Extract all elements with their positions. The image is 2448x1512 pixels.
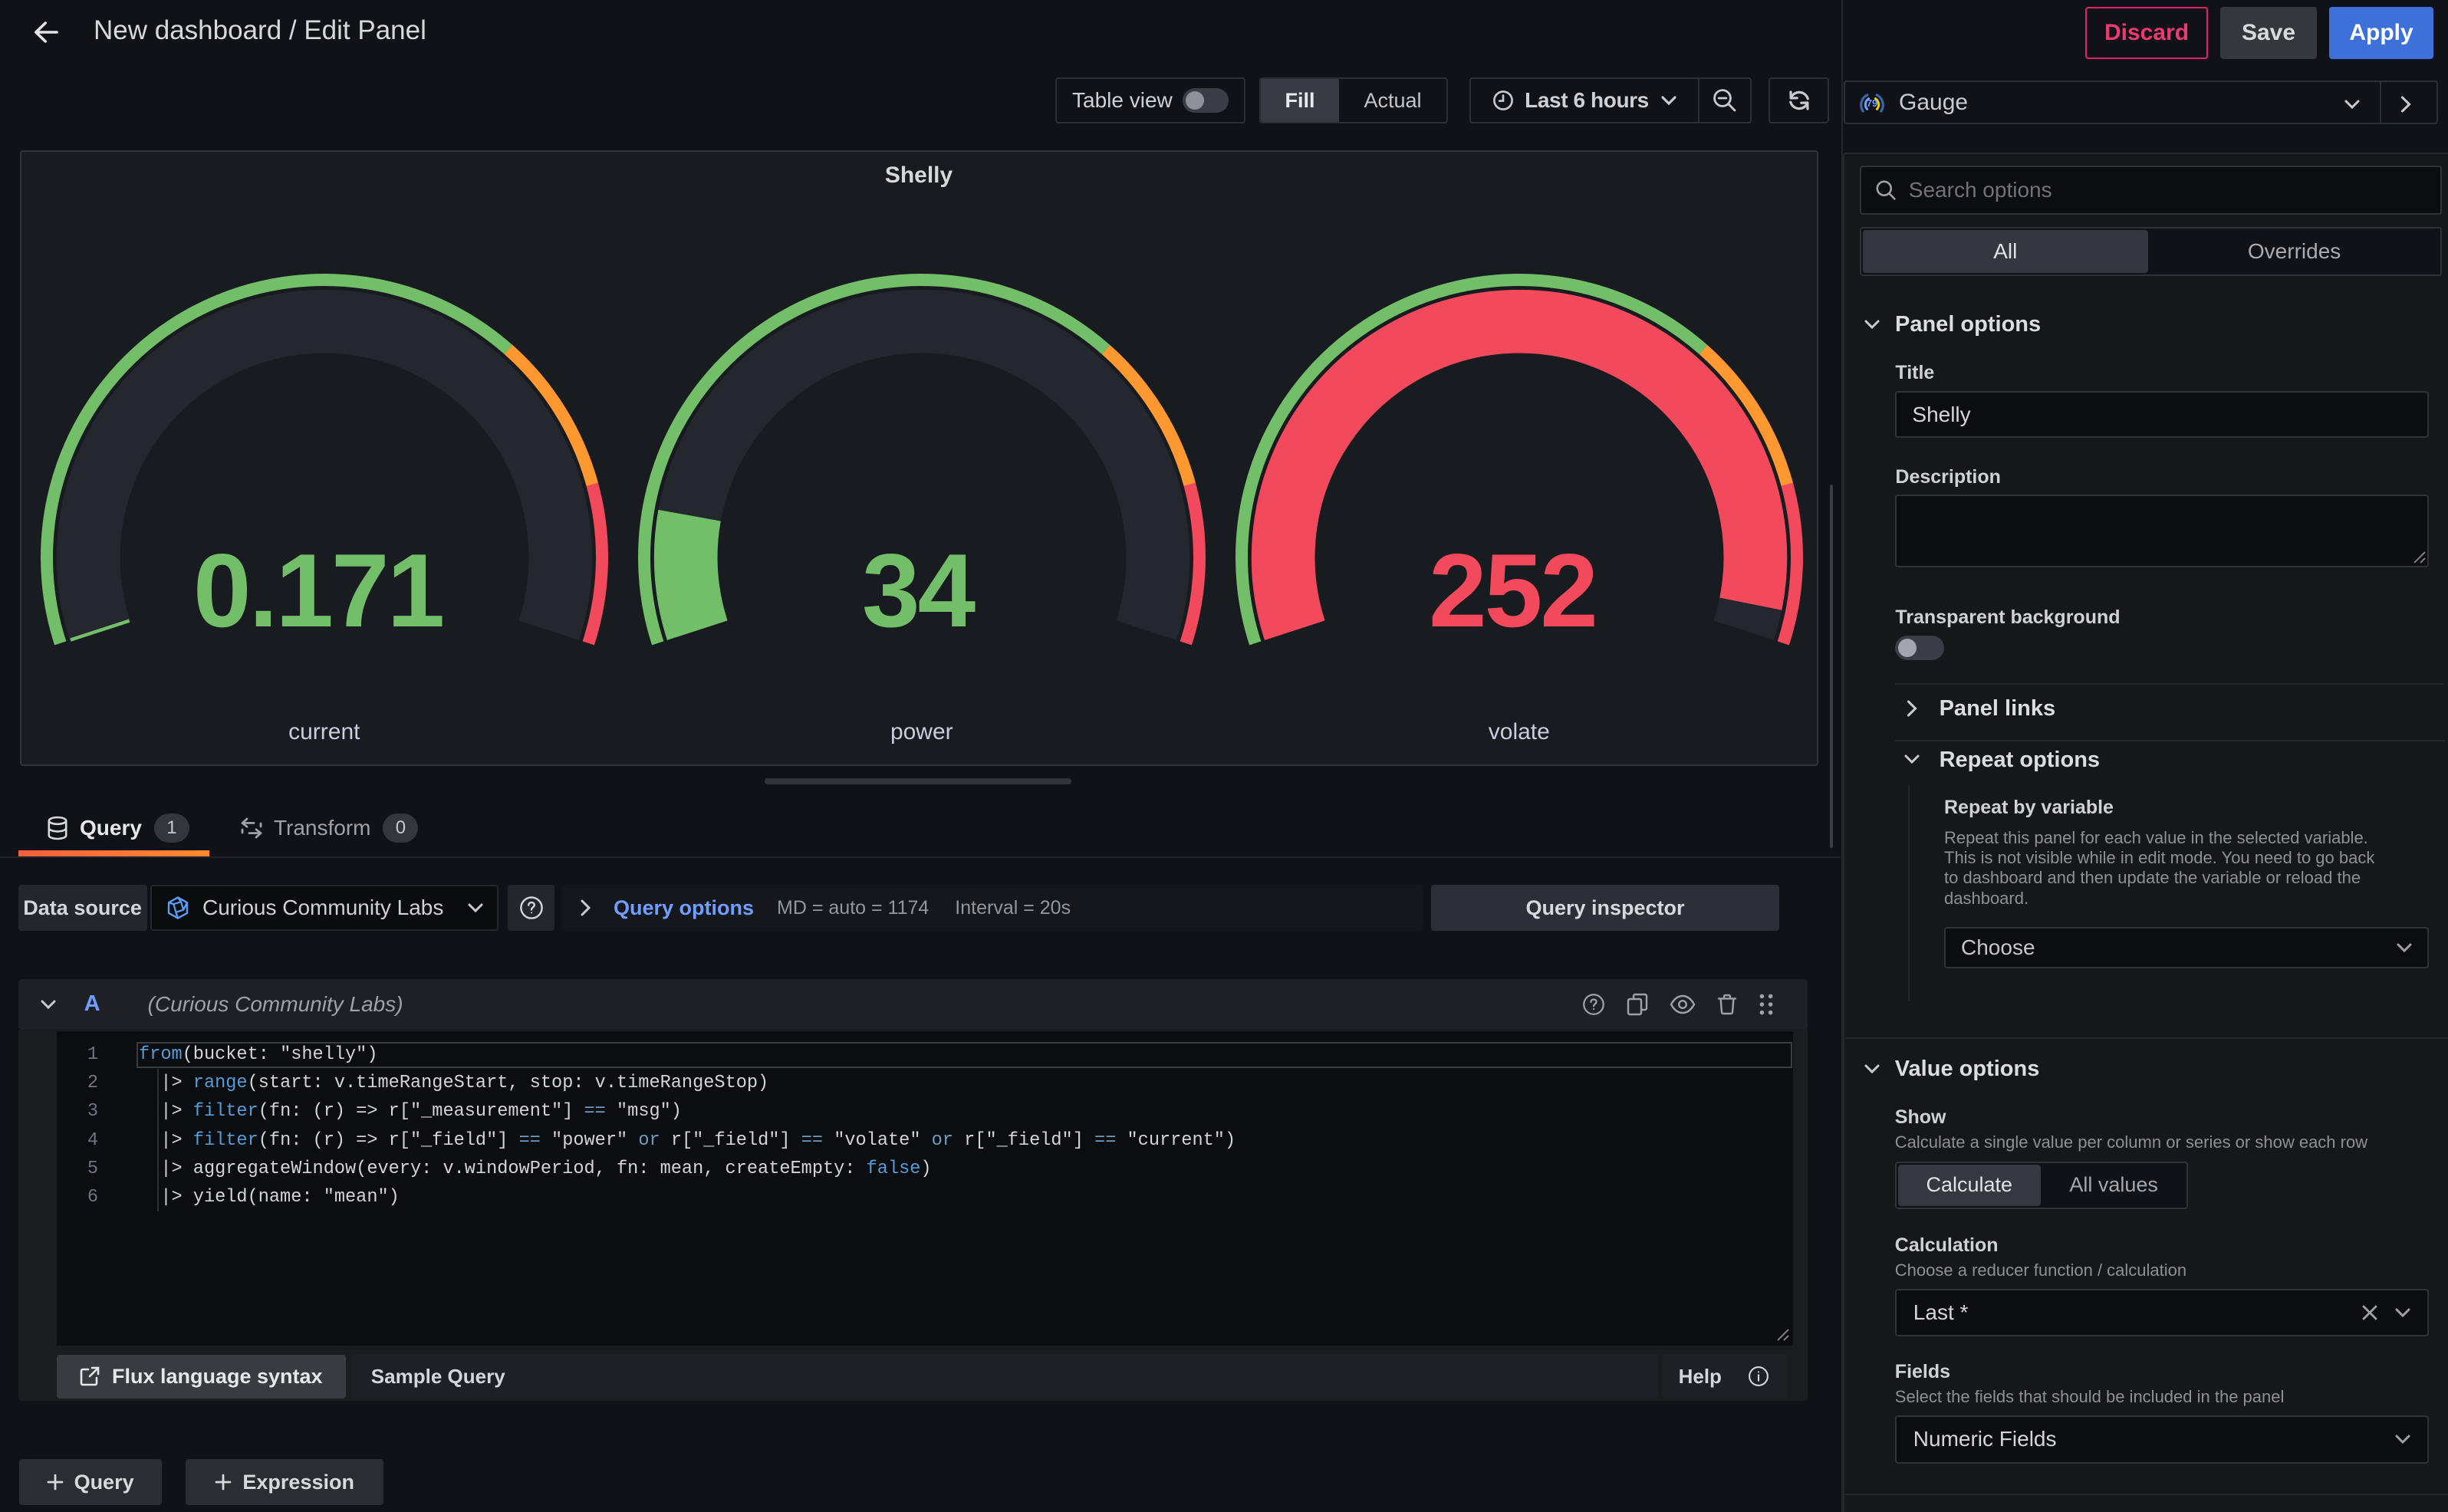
svg-text:79: 79	[1867, 97, 1877, 109]
